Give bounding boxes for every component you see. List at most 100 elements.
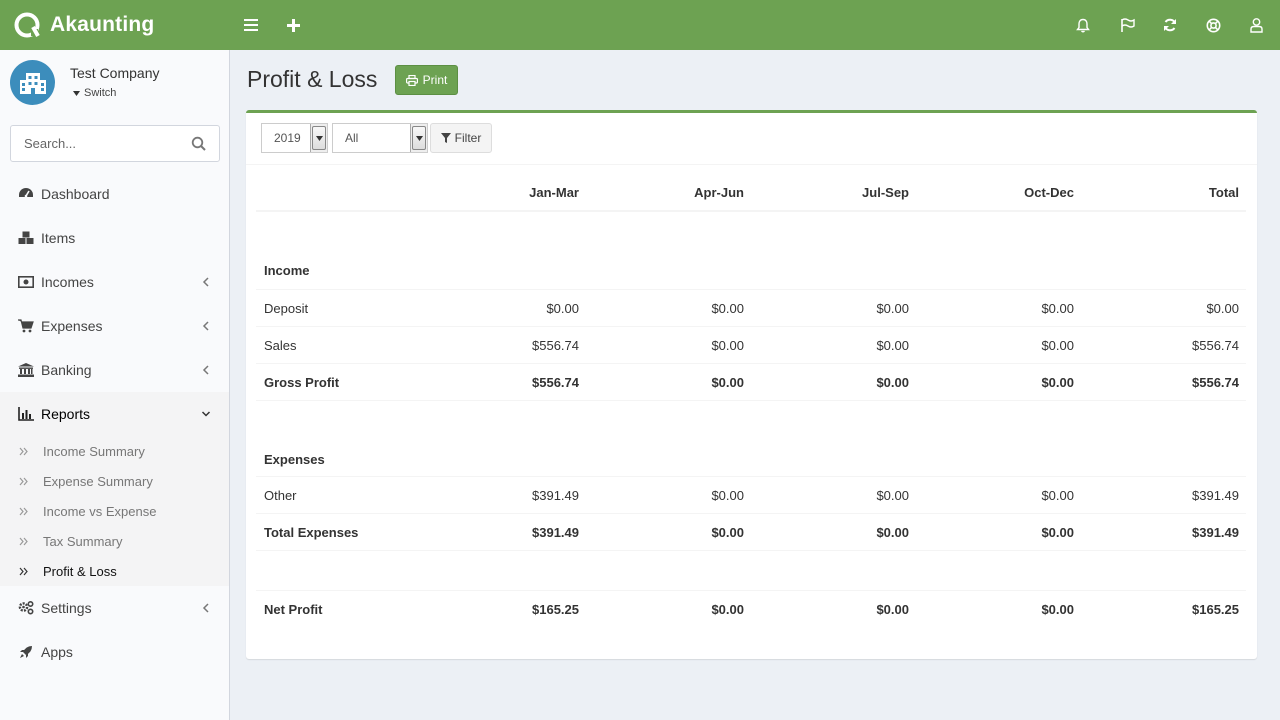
section-heading-row: Expenses [256, 401, 1246, 477]
cell-value: $0.00 [876, 488, 909, 503]
spacer-row [256, 551, 1246, 591]
cell-value: $0.00 [1041, 301, 1074, 316]
cell-value: $0.00 [876, 525, 909, 540]
sidebar: Test Company Switch Dashboard Items Inco… [0, 50, 230, 720]
cell-value: $0.00 [1041, 602, 1074, 617]
submenu-item-label: Tax Summary [43, 533, 123, 549]
sidebar-item-apps[interactable]: Apps [0, 630, 229, 674]
filter-icon [440, 133, 451, 143]
caret-down-icon [315, 135, 323, 141]
flag-button[interactable] [1115, 13, 1139, 37]
table-header-row: Jan-Mar Apr-Jun Jul-Sep Oct-Dec Total [256, 165, 1246, 212]
cell-value: $0.00 [711, 338, 744, 353]
cell-value: $165.25 [532, 602, 579, 617]
row-label: Deposit [264, 301, 309, 316]
building-icon [19, 72, 46, 94]
submenu-item-tax-summary[interactable]: Tax Summary [0, 526, 229, 556]
submenu-item-profit-loss[interactable]: Profit & Loss [0, 556, 229, 586]
sidebar-item-label: Dashboard [41, 186, 110, 202]
filter-button-label: Filter [454, 131, 482, 145]
submenu-item-label: Income vs Expense [43, 503, 157, 519]
cell-value: $0.00 [711, 602, 744, 617]
row-label: Total Expenses [264, 525, 359, 540]
print-button-label: Print [422, 73, 448, 87]
sidebar-item-label: Apps [41, 644, 73, 660]
cell-value: $165.25 [1192, 602, 1239, 617]
caret-down-icon [415, 135, 423, 141]
sidebar-item-banking[interactable]: Banking [0, 348, 229, 392]
search-icon[interactable] [191, 136, 207, 152]
status-select[interactable]: All [332, 123, 428, 153]
cell-value: $0.00 [1041, 488, 1074, 503]
cell-value: $0.00 [711, 525, 744, 540]
sidebar-item-expenses[interactable]: Expenses [0, 304, 229, 348]
sidebar-item-settings[interactable]: Settings [0, 586, 229, 630]
angle-double-right-icon [19, 507, 29, 516]
sidebar-item-items[interactable]: Items [0, 216, 229, 260]
notifications-button[interactable] [1071, 13, 1095, 37]
university-icon [18, 362, 34, 378]
dropdown-caret [310, 124, 327, 152]
top-navbar: Akaunting [0, 0, 1280, 50]
bar-chart-icon [18, 406, 34, 422]
sidebar-item-label: Expenses [41, 318, 103, 334]
sidebar-item-label: Items [41, 230, 76, 246]
flag-icon [1120, 18, 1135, 32]
cell-value: $0.00 [1206, 301, 1239, 316]
cell-value: $556.74 [1192, 338, 1239, 353]
dashboard-icon [18, 186, 34, 202]
cell-value: $391.49 [532, 488, 579, 503]
search-box [10, 125, 220, 162]
angle-double-right-icon [19, 567, 29, 576]
sidebar-toggle-button[interactable] [239, 13, 263, 37]
reports-submenu: Income Summary Expense Summary Income vs… [0, 436, 229, 586]
user-menu-button[interactable] [1244, 13, 1268, 37]
gross-profit-row: Gross Profit $556.74 $0.00 $0.00 $0.00 $… [256, 364, 1246, 401]
company-avatar [10, 60, 55, 105]
filter-button[interactable]: Filter [430, 123, 492, 153]
submenu-item-income-vs-expense[interactable]: Income vs Expense [0, 496, 229, 526]
cell-value: $0.00 [711, 301, 744, 316]
support-button[interactable] [1201, 13, 1225, 37]
refresh-button[interactable] [1158, 13, 1182, 37]
net-profit-row: Net Profit $165.25 $0.00 $0.00 $0.00 $16… [256, 591, 1246, 629]
submenu-item-income-summary[interactable]: Income Summary [0, 436, 229, 466]
cell-value: $556.74 [532, 338, 579, 353]
cell-value: $0.00 [1041, 338, 1074, 353]
cell-value: $0.00 [876, 301, 909, 316]
bell-icon [1076, 18, 1090, 32]
section-heading: Income [264, 263, 310, 278]
submenu-item-label: Profit & Loss [43, 563, 117, 579]
year-select-value: 2019 [274, 131, 301, 145]
cell-value: $391.49 [1192, 525, 1239, 540]
plus-icon [286, 18, 300, 32]
sidebar-item-incomes[interactable]: Incomes [0, 260, 229, 304]
row-label: Other [264, 488, 297, 503]
chevron-left-icon [202, 321, 209, 331]
main-content: Profit & Loss Print 2019 All Filter Jan-… [231, 50, 1280, 695]
section-heading: Expenses [264, 452, 325, 467]
print-button[interactable]: Print [395, 65, 458, 95]
money-icon [18, 274, 34, 290]
gears-icon [18, 600, 34, 616]
cell-value: $556.74 [1192, 375, 1239, 390]
submenu-item-expense-summary[interactable]: Expense Summary [0, 466, 229, 496]
company-switch-link[interactable]: Switch [73, 87, 116, 99]
quick-add-button[interactable] [281, 13, 305, 37]
angle-double-right-icon [19, 537, 29, 546]
sidebar-item-reports[interactable]: Reports [0, 392, 229, 436]
user-icon [1249, 17, 1263, 33]
page-title: Profit & Loss [247, 66, 378, 92]
app-logo[interactable]: Akaunting [14, 11, 154, 39]
section-heading-row: Income [256, 212, 1246, 290]
search-input[interactable] [11, 126, 181, 161]
row-label: Gross Profit [264, 375, 340, 390]
chevron-left-icon [202, 277, 209, 287]
cell-value: $0.00 [1041, 375, 1074, 390]
year-select[interactable]: 2019 [261, 123, 328, 153]
sidebar-menu: Dashboard Items Incomes Expenses Banking… [0, 172, 229, 674]
sidebar-item-dashboard[interactable]: Dashboard [0, 172, 229, 216]
dropdown-caret [410, 124, 427, 152]
table-row: Deposit $0.00 $0.00 $0.00 $0.00 $0.00 [256, 290, 1246, 327]
report-filters: 2019 All Filter [246, 113, 1257, 165]
